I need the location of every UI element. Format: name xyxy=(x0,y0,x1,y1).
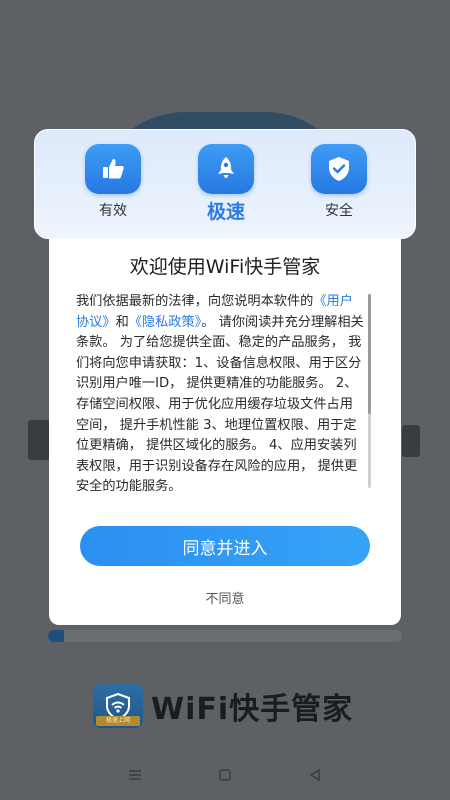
disagree-button[interactable]: 不同意 xyxy=(49,588,401,607)
rocket-icon xyxy=(218,157,234,178)
shield-check-icon xyxy=(329,157,349,181)
background-progress-track xyxy=(48,630,402,642)
home-square-icon xyxy=(219,769,231,781)
dialog-title: 欢迎使用WiFi快手管家 xyxy=(129,256,321,278)
body-text: 。 请你阅读并充分理解相关条款。 为了给您提供全面、稳定的产品服务， 我们将向您… xyxy=(76,314,364,495)
system-nav-bar xyxy=(0,750,450,800)
feature-label: 安全 xyxy=(325,203,353,219)
menu-icon xyxy=(129,770,141,780)
feature-label: 有效 xyxy=(99,203,127,219)
feature-label-active: 极速 xyxy=(206,201,245,223)
app-logo: 极速上网 xyxy=(93,684,143,728)
intro-text: 我们依据最新的法律，向您说明本软件的 xyxy=(76,294,314,309)
app-name: WiFi快手管家 xyxy=(151,692,354,727)
thumbs-up-icon xyxy=(103,159,124,179)
dialog-scrollbar-thumb[interactable] xyxy=(368,294,371,414)
feature-effective: 有效 xyxy=(85,144,141,238)
conjunction-text: 和 xyxy=(115,314,129,330)
feature-fast: 极速 xyxy=(198,144,254,238)
feature-card: 有效 极速 安全 xyxy=(34,129,416,239)
background-text-fragment xyxy=(402,425,420,457)
background-text-fragment xyxy=(28,420,50,460)
dialog-body[interactable]: 我们依据最新的法律，向您说明本软件的《用户协议》和《隐私政策》。 请你阅读并充分… xyxy=(76,292,366,506)
logo-tag: 极速上网 xyxy=(96,716,140,726)
privacy-policy-link[interactable]: 《隐私政策》 xyxy=(129,315,202,330)
menu-nav-button[interactable] xyxy=(123,763,147,787)
agree-button[interactable]: 同意并进入 xyxy=(80,526,370,566)
back-triangle-icon xyxy=(309,768,320,782)
back-nav-button[interactable] xyxy=(303,763,327,787)
feature-secure: 安全 xyxy=(311,144,367,238)
home-nav-button[interactable] xyxy=(213,763,237,787)
brand-row: 极速上网 WiFi快手管家 xyxy=(93,684,353,728)
background-progress-fill xyxy=(48,630,64,642)
